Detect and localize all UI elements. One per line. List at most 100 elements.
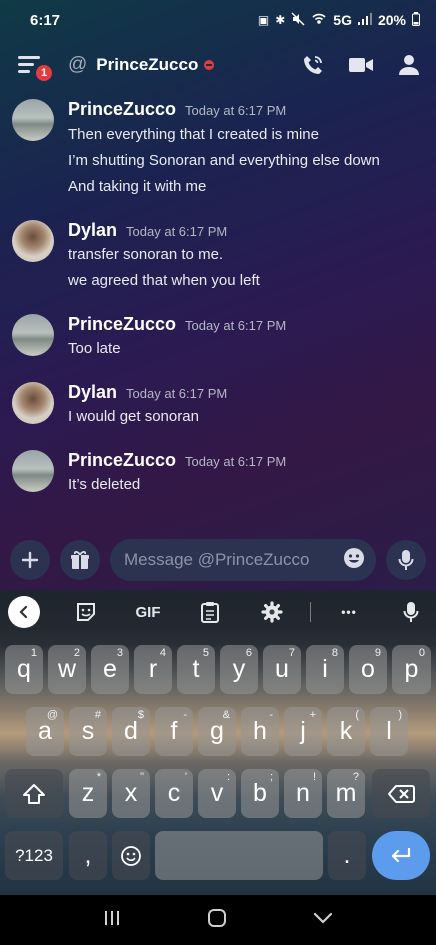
message-text: we agreed that when you left bbox=[68, 272, 260, 289]
menu-button[interactable]: 1 bbox=[18, 54, 54, 83]
message-timestamp: Today at 6:17 PM bbox=[185, 103, 287, 118]
avatar[interactable] bbox=[12, 99, 54, 141]
message-text: And taking it with me bbox=[68, 178, 207, 195]
key-j[interactable]: j + bbox=[284, 707, 322, 756]
key-hint: ; bbox=[269, 771, 273, 783]
key-label: e bbox=[103, 655, 117, 683]
author-name[interactable]: Dylan bbox=[68, 382, 117, 403]
dnd-status-icon bbox=[204, 60, 215, 70]
key-label: c bbox=[167, 779, 181, 807]
key-m[interactable]: m? bbox=[327, 769, 365, 818]
message-text: I’m shutting Sonoran and everything else… bbox=[68, 152, 380, 169]
author-name[interactable]: Dylan bbox=[68, 220, 117, 241]
key-hint: # bbox=[94, 709, 101, 721]
status-bar: 6:17 ▣ ✱ 5G 20% bbox=[0, 0, 436, 40]
add-attachment-button[interactable] bbox=[10, 540, 50, 580]
call-icon[interactable] bbox=[300, 52, 326, 78]
key-y[interactable]: y6 bbox=[220, 645, 258, 694]
members-icon[interactable] bbox=[396, 52, 422, 78]
backspace-key[interactable] bbox=[372, 769, 430, 818]
message-text: I would get sonoran bbox=[68, 408, 199, 425]
video-icon[interactable] bbox=[348, 52, 374, 78]
clipboard-icon bbox=[201, 602, 219, 623]
at-icon: @ bbox=[68, 54, 88, 75]
key-hint: 2 bbox=[73, 647, 80, 659]
author-name[interactable]: PrinceZucco bbox=[68, 99, 176, 120]
key-e[interactable]: e3 bbox=[91, 645, 129, 694]
back-button[interactable] bbox=[313, 911, 333, 930]
key-hint: 4 bbox=[159, 647, 166, 659]
home-icon bbox=[208, 908, 226, 927]
avatar[interactable] bbox=[12, 450, 54, 492]
message-text: Then everything that I created is mine bbox=[68, 126, 319, 143]
emoji-key[interactable] bbox=[112, 831, 150, 880]
clipboard-button[interactable] bbox=[196, 598, 224, 626]
key-hint: @ bbox=[46, 709, 58, 721]
author-name[interactable]: PrinceZucco bbox=[68, 314, 176, 335]
key-l[interactable]: l) bbox=[370, 707, 408, 756]
key-hint: 9 bbox=[374, 647, 381, 659]
key-hint: " bbox=[140, 771, 144, 783]
key-c[interactable]: c ' bbox=[155, 769, 193, 818]
gift-button[interactable] bbox=[60, 540, 100, 580]
avatar[interactable] bbox=[12, 314, 54, 356]
key-t[interactable]: t5 bbox=[177, 645, 215, 694]
key-label: a bbox=[38, 717, 52, 745]
unread-badge: 1 bbox=[34, 63, 54, 83]
key-w[interactable]: w2 bbox=[48, 645, 86, 694]
key-i[interactable]: i8 bbox=[306, 645, 344, 694]
avatar[interactable] bbox=[12, 220, 54, 262]
key-b[interactable]: b; bbox=[241, 769, 279, 818]
key-n[interactable]: n! bbox=[284, 769, 322, 818]
signal-icon bbox=[357, 12, 372, 28]
key-v[interactable]: v: bbox=[198, 769, 236, 818]
key-x[interactable]: x " bbox=[112, 769, 150, 818]
key-hint: 0 bbox=[418, 647, 425, 659]
shift-key[interactable] bbox=[5, 769, 63, 818]
avatar[interactable] bbox=[12, 382, 54, 424]
key-p[interactable]: p0 bbox=[392, 645, 431, 694]
key-h[interactable]: h- bbox=[241, 707, 279, 756]
key-q[interactable]: q1 bbox=[5, 645, 43, 694]
comma-key[interactable]: , bbox=[69, 831, 107, 880]
menu-icon-bar bbox=[18, 63, 34, 66]
voice-message-button[interactable] bbox=[386, 540, 426, 580]
message-text: transfer sonoran to me. bbox=[68, 246, 224, 263]
key-d[interactable]: d $ bbox=[112, 707, 150, 756]
key-o[interactable]: o9 bbox=[349, 645, 387, 694]
key-label: l bbox=[386, 717, 392, 745]
bluetooth-icon: ✱ bbox=[275, 13, 286, 27]
emoji-icon[interactable] bbox=[342, 546, 366, 575]
message-text: Too late bbox=[68, 340, 121, 357]
chevron-down-icon bbox=[313, 912, 333, 924]
keyboard-voice-button[interactable] bbox=[398, 598, 424, 626]
key-hint: ( bbox=[355, 709, 359, 721]
key-r[interactable]: r4 bbox=[134, 645, 172, 694]
key-u[interactable]: u7 bbox=[263, 645, 301, 694]
enter-icon bbox=[391, 847, 411, 862]
gif-button[interactable]: GIF bbox=[130, 598, 166, 626]
author-name[interactable]: PrinceZucco bbox=[68, 450, 176, 471]
symbols-key[interactable]: ?123 bbox=[5, 831, 63, 880]
key-k[interactable]: k( bbox=[327, 707, 365, 756]
dm-title[interactable]: PrinceZucco bbox=[96, 55, 198, 75]
recent-apps-button[interactable] bbox=[103, 909, 121, 932]
key-label: m bbox=[335, 779, 357, 807]
message-timestamp: Today at 6:17 PM bbox=[185, 454, 287, 469]
keyboard-collapse-button[interactable] bbox=[8, 596, 40, 628]
home-button[interactable] bbox=[207, 908, 227, 933]
more-button[interactable]: ••• bbox=[334, 598, 364, 626]
period-key[interactable]: . bbox=[328, 831, 366, 880]
key-s[interactable]: s # bbox=[69, 707, 107, 756]
key-f[interactable]: f- bbox=[155, 707, 193, 756]
message-input[interactable]: Message @PrinceZucco bbox=[110, 539, 376, 581]
key-a[interactable]: a @ bbox=[26, 707, 64, 756]
sticker-button[interactable] bbox=[72, 598, 100, 626]
key-hint: 3 bbox=[116, 647, 123, 659]
key-hint: + bbox=[309, 709, 316, 721]
settings-button[interactable] bbox=[258, 598, 286, 626]
key-g[interactable]: g & bbox=[198, 707, 236, 756]
key-z[interactable]: z * bbox=[69, 769, 107, 818]
space-key[interactable] bbox=[155, 831, 323, 880]
enter-key[interactable] bbox=[372, 831, 430, 880]
